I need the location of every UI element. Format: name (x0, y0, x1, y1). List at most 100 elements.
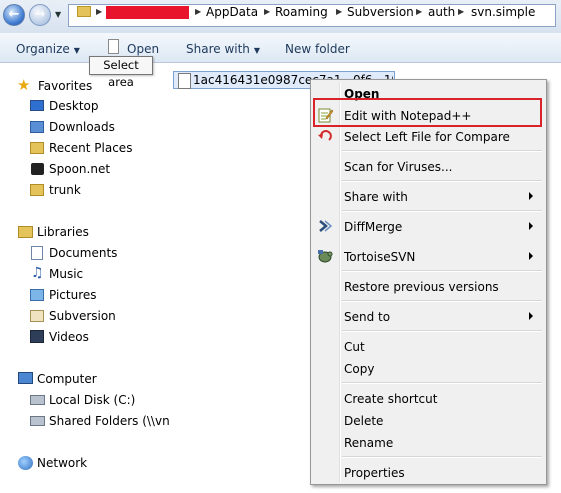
spoon-net-icon (31, 163, 44, 175)
compare-undo-icon (317, 128, 333, 144)
menu-separator (342, 382, 542, 384)
nav-item-label: Pictures (49, 288, 97, 302)
menu-item-properties[interactable]: Properties (311, 462, 546, 483)
share-with-label: Share with (186, 42, 250, 56)
document-icon (108, 39, 119, 54)
menu-separator (342, 270, 542, 272)
forward-button[interactable]: → (29, 4, 51, 26)
menu-item-label: Restore previous versions (344, 280, 499, 294)
menu-item-select-left-file-for-compare[interactable]: Select Left File for Compare (311, 126, 546, 147)
menu-item-label: Cut (344, 340, 365, 354)
recent-places-icon (30, 142, 44, 154)
menu-item-restore-previous-versions[interactable]: Restore previous versions (311, 276, 546, 297)
submenu-arrow-icon (529, 252, 533, 260)
menu-item-cut[interactable]: Cut (311, 336, 546, 357)
breadcrumb-auth[interactable]: auth (428, 5, 455, 19)
menu-item-diffmerge[interactable]: DiffMerge (311, 216, 546, 237)
breadcrumb-arrow-icon[interactable]: ▶ (195, 5, 201, 19)
breadcrumb-subversion[interactable]: Subversion (347, 5, 414, 19)
submenu-arrow-icon (529, 192, 533, 200)
nav-item-label: Recent Places (49, 141, 133, 155)
context-menu: Open Edit with Notepad++ Select Left Fil… (310, 79, 547, 485)
menu-item-label: Create shortcut (344, 392, 438, 406)
menu-item-label: DiffMerge (344, 220, 403, 234)
chevron-down-icon: ▼ (73, 46, 80, 55)
menu-item-share-with[interactable]: Share with (311, 186, 546, 207)
nav-libraries-label: Libraries (37, 225, 89, 239)
nav-item-label: trunk (49, 183, 81, 197)
menu-item-label: Delete (344, 414, 384, 428)
breadcrumb-arrow-icon[interactable]: ▶ (264, 5, 270, 19)
downloads-folder-icon (30, 121, 44, 133)
menu-item-label: Rename (344, 436, 394, 450)
nav-item-label: Documents (49, 246, 118, 260)
menu-item-scan-for-viruses[interactable]: Scan for Viruses... (311, 156, 546, 177)
menu-separator (342, 330, 542, 332)
tooltip: Select area (89, 56, 153, 89)
file-icon (178, 73, 191, 89)
breadcrumb-arrow-icon[interactable]: ▶ (458, 5, 464, 19)
menu-separator (342, 150, 542, 152)
breadcrumb-arrow-icon[interactable]: ▶ (416, 5, 422, 19)
menu-item-tortoisesvn[interactable]: TortoiseSVN (311, 246, 546, 267)
videos-icon (30, 330, 44, 343)
menu-item-label: Share with (344, 190, 408, 204)
hard-disk-icon (30, 395, 45, 405)
nav-item-label: Subversion (49, 309, 116, 323)
menu-item-label: Copy (344, 362, 375, 376)
menu-separator (342, 456, 542, 458)
submenu-arrow-icon (529, 222, 533, 230)
libraries-icon (18, 226, 33, 238)
nav-item-label: Spoon.net (49, 162, 111, 176)
nav-item-label: Videos (49, 330, 89, 344)
menu-item-label: Properties (344, 466, 405, 480)
redacted-username (106, 6, 189, 19)
organize-button[interactable]: Organize ▼ (16, 42, 80, 58)
folder-icon (77, 6, 91, 17)
menu-item-label: Scan for Viruses... (344, 160, 453, 174)
menu-item-label: TortoiseSVN (344, 250, 416, 264)
nav-item-label: Local Disk (C:) (49, 393, 136, 407)
recent-pages-dropdown-icon[interactable]: ▼ (55, 11, 63, 19)
folder-icon (30, 184, 44, 196)
menu-item-copy[interactable]: Copy (311, 358, 546, 379)
star-icon: ★ (17, 76, 31, 94)
chevron-down-icon: ▼ (253, 46, 261, 55)
breadcrumb-arrow-icon[interactable]: ▶ (336, 5, 342, 19)
nav-item-label: Shared Folders (\\vn (49, 414, 170, 428)
menu-item-create-shortcut[interactable]: Create shortcut (311, 388, 546, 409)
menu-item-delete[interactable]: Delete (311, 410, 546, 431)
menu-item-label: Send to (344, 310, 391, 324)
nav-computer-label: Computer (37, 372, 97, 386)
new-folder-button[interactable]: New folder (285, 42, 350, 56)
menu-separator (342, 300, 542, 302)
menu-item-send-to[interactable]: Send to (311, 306, 546, 327)
network-icon (18, 456, 33, 470)
menu-separator (342, 180, 542, 182)
diffmerge-icon (317, 218, 333, 234)
submenu-arrow-icon (529, 312, 533, 320)
documents-icon (31, 246, 43, 260)
tortoisesvn-icon (317, 248, 333, 264)
open-button[interactable]: Open (127, 42, 159, 56)
back-button[interactable]: ← (3, 4, 25, 26)
highlight-annotation-box (313, 98, 542, 127)
nav-item-label: Music (49, 267, 84, 281)
nav-item-label: Desktop (49, 99, 99, 113)
address-bar: ← → ▼ ▶ ▶ AppData ▶ Roaming ▶ Subversion… (0, 0, 561, 33)
subversion-library-icon (30, 310, 44, 322)
share-with-button[interactable]: Share with ▼ (186, 42, 260, 58)
breadcrumb-svn-simple[interactable]: svn.simple (471, 5, 535, 19)
menu-item-rename[interactable]: Rename (311, 432, 546, 453)
breadcrumb-appdata[interactable]: AppData (206, 5, 258, 19)
nav-favorites-label: Favorites (38, 79, 93, 93)
pictures-icon (30, 289, 44, 301)
nav-network-label: Network (37, 456, 88, 470)
menu-item-label: Select Left File for Compare (344, 130, 510, 144)
command-bar (0, 33, 561, 63)
desktop-icon (30, 100, 44, 111)
organize-label: Organize (16, 42, 70, 56)
menu-separator (342, 210, 542, 212)
breadcrumb-roaming[interactable]: Roaming (275, 5, 328, 19)
breadcrumb-arrow-icon[interactable]: ▶ (96, 5, 102, 19)
